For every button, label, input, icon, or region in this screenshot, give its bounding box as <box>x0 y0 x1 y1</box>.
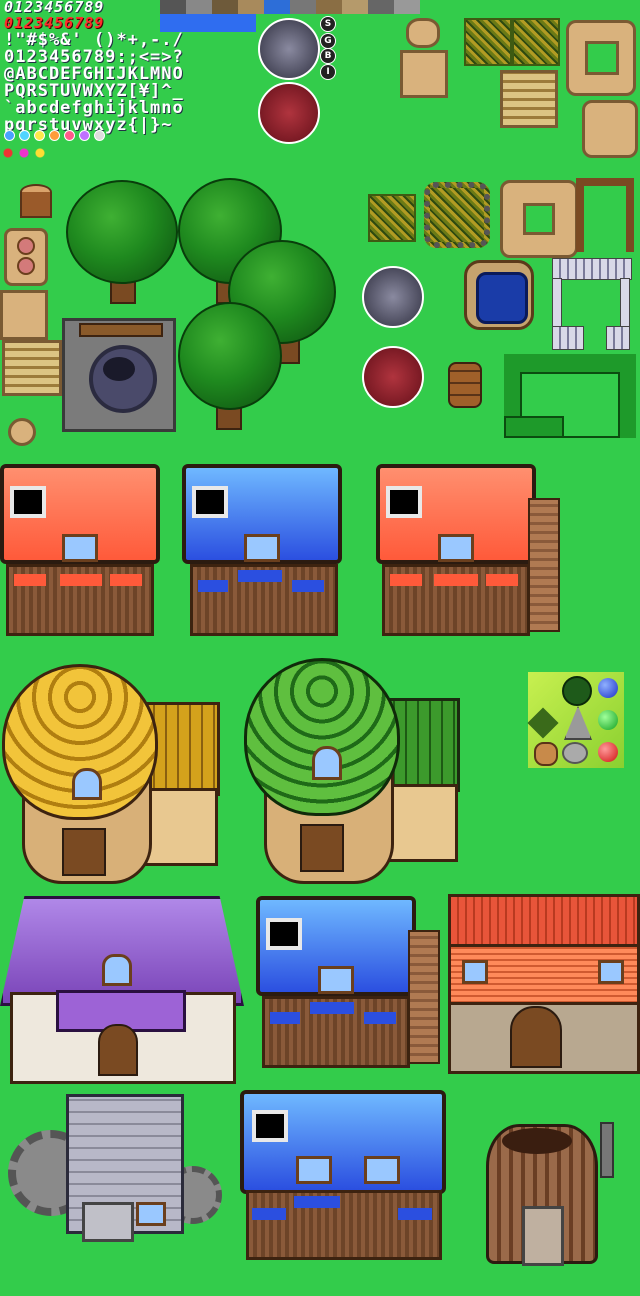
stump-icon <box>16 184 52 218</box>
dirt-path-tile <box>400 50 448 98</box>
badge-s-icon: S <box>320 16 336 32</box>
badge-g-icon: G <box>320 33 336 49</box>
color-dot-5 <box>64 130 75 141</box>
hedge-icon <box>504 354 636 438</box>
barrel-icon <box>448 362 482 408</box>
flower-icons <box>0 146 48 160</box>
tree-stump-house <box>478 1118 628 1270</box>
green-round-house <box>242 656 460 884</box>
dirt-square-frame <box>566 20 636 96</box>
tree-icon <box>176 300 286 430</box>
hay-field-1 <box>500 70 558 128</box>
stone-ring-field <box>424 182 490 248</box>
red-gravel-icon <box>362 346 424 408</box>
pond-icon <box>464 260 534 330</box>
fence-icon <box>552 258 632 350</box>
crop-field-3 <box>368 194 416 242</box>
color-dot-7 <box>94 130 105 141</box>
color-dot-4 <box>49 130 60 141</box>
dirt-patch-icon <box>406 18 440 48</box>
blue-roof-house <box>256 896 442 1072</box>
green-orb-icon <box>598 710 618 730</box>
chimney-icon <box>600 1122 614 1178</box>
blue-roof-house <box>182 464 344 640</box>
red-roof-house <box>0 464 160 640</box>
tree-icon <box>62 176 182 306</box>
blue-orb-icon <box>598 678 618 698</box>
bush-icon <box>562 676 592 706</box>
stump-icon <box>534 742 558 766</box>
leaf-icon <box>527 707 559 739</box>
crop-field-2 <box>512 18 560 66</box>
gray-gravel-icon <box>362 266 424 328</box>
badge-i-icon: I <box>320 64 336 80</box>
dirt-post-tile <box>4 228 48 286</box>
rock-icon <box>564 706 592 740</box>
color-dot-1 <box>4 130 15 141</box>
color-dot-2 <box>19 130 30 141</box>
wooden-post-fence <box>576 178 634 252</box>
dirt-blob-icon <box>8 418 36 446</box>
gray-gravel-icon <box>258 18 320 80</box>
purple-roof-manor <box>0 896 244 1086</box>
blue-roof-townhouse <box>240 1090 448 1264</box>
blue-swatch <box>160 14 256 32</box>
red-orb-icon <box>598 742 618 762</box>
red-gravel-icon <box>258 82 320 144</box>
dirt-strip-tile <box>0 290 48 340</box>
crop-field-1 <box>464 18 512 66</box>
red-roof-house <box>376 464 562 640</box>
color-dot-3 <box>34 130 45 141</box>
thatch-round-house <box>0 660 220 884</box>
color-dot-6 <box>79 130 90 141</box>
well-icon <box>62 318 176 432</box>
palette-strip <box>160 0 420 14</box>
red-barn <box>448 894 640 1074</box>
dirt-square-frame <box>500 180 578 258</box>
dirt-square-tile <box>582 100 638 158</box>
stone-workshop <box>8 1090 222 1244</box>
rock-icon <box>562 742 588 764</box>
badge-b-icon: B <box>320 48 336 64</box>
hay-field-2 <box>2 340 62 396</box>
icon-panel <box>527 672 624 768</box>
